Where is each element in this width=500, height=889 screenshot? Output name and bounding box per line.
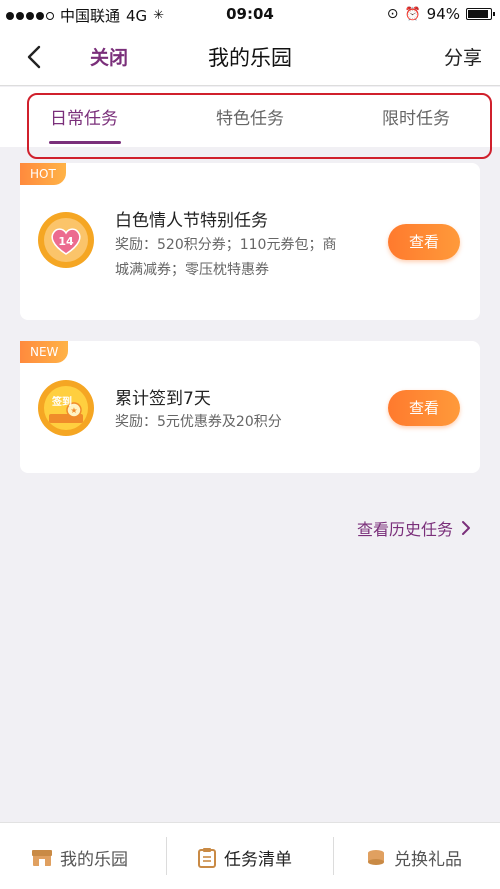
task-reward-line2: 城满减券；零压枕特惠券	[115, 262, 269, 278]
tab-divider	[166, 837, 167, 875]
share-button[interactable]: 分享	[444, 43, 482, 70]
task-reward-line1: 奖励：520积分券；110元券包；商	[115, 237, 337, 253]
navigation-bar: 关闭 我的乐园 分享	[0, 28, 500, 86]
status-right: ⊙ ⏰ 94%	[386, 5, 495, 23]
bottom-tab-label: 我的乐园	[60, 850, 128, 870]
bottom-tab-label: 兑换礼品	[394, 850, 462, 870]
bottom-tab-my-park[interactable]: 我的乐园	[32, 845, 128, 870]
view-button[interactable]: 查看	[388, 390, 460, 426]
tab-featured-tasks[interactable]: 特色任务	[216, 104, 284, 129]
sign-in-icon: ★ 签到	[38, 380, 94, 436]
heart-14-icon: 14	[38, 212, 94, 268]
coins-icon	[368, 849, 384, 865]
heart-icon-number: 14	[58, 235, 74, 248]
tab-limited-tasks[interactable]: 限时任务	[382, 104, 450, 129]
task-reward-line1: 奖励：5元优惠券及20积分	[115, 414, 282, 430]
view-button[interactable]: 查看	[388, 224, 460, 260]
new-badge: NEW	[20, 341, 69, 363]
shop-icon	[32, 849, 52, 866]
task-title: 白色情人节特别任务	[115, 211, 268, 231]
active-tab-indicator	[49, 141, 121, 144]
alarm-icon: ⏰	[404, 6, 421, 22]
task-title: 累计签到7天	[115, 389, 211, 409]
page-title: 我的乐园	[208, 46, 292, 70]
hot-badge: HOT	[20, 163, 66, 185]
bottom-tab-bar: 我的乐园 任务清单 兑换礼品	[0, 822, 500, 889]
tab-divider	[333, 837, 334, 875]
sign-in-icon-label: 签到	[51, 395, 72, 408]
bottom-tab-redeem-gifts[interactable]: 兑换礼品	[366, 845, 462, 870]
history-link-label: 查看历史任务	[357, 520, 454, 539]
orientation-lock-icon: ⊙	[386, 6, 399, 22]
clipboard-icon	[198, 847, 216, 868]
status-bar: 中国联通 4G ✳ 09:04 ⊙ ⏰ 94%	[0, 0, 500, 28]
chevron-right-icon	[462, 521, 471, 535]
tab-daily-tasks[interactable]: 日常任务	[50, 104, 118, 129]
battery-percent: 94%	[426, 5, 460, 23]
bottom-tab-task-list[interactable]: 任务清单	[198, 845, 292, 870]
battery-icon	[466, 8, 495, 20]
view-history-link[interactable]: 查看历史任务	[357, 516, 471, 540]
bottom-tab-label: 任务清单	[224, 850, 292, 870]
